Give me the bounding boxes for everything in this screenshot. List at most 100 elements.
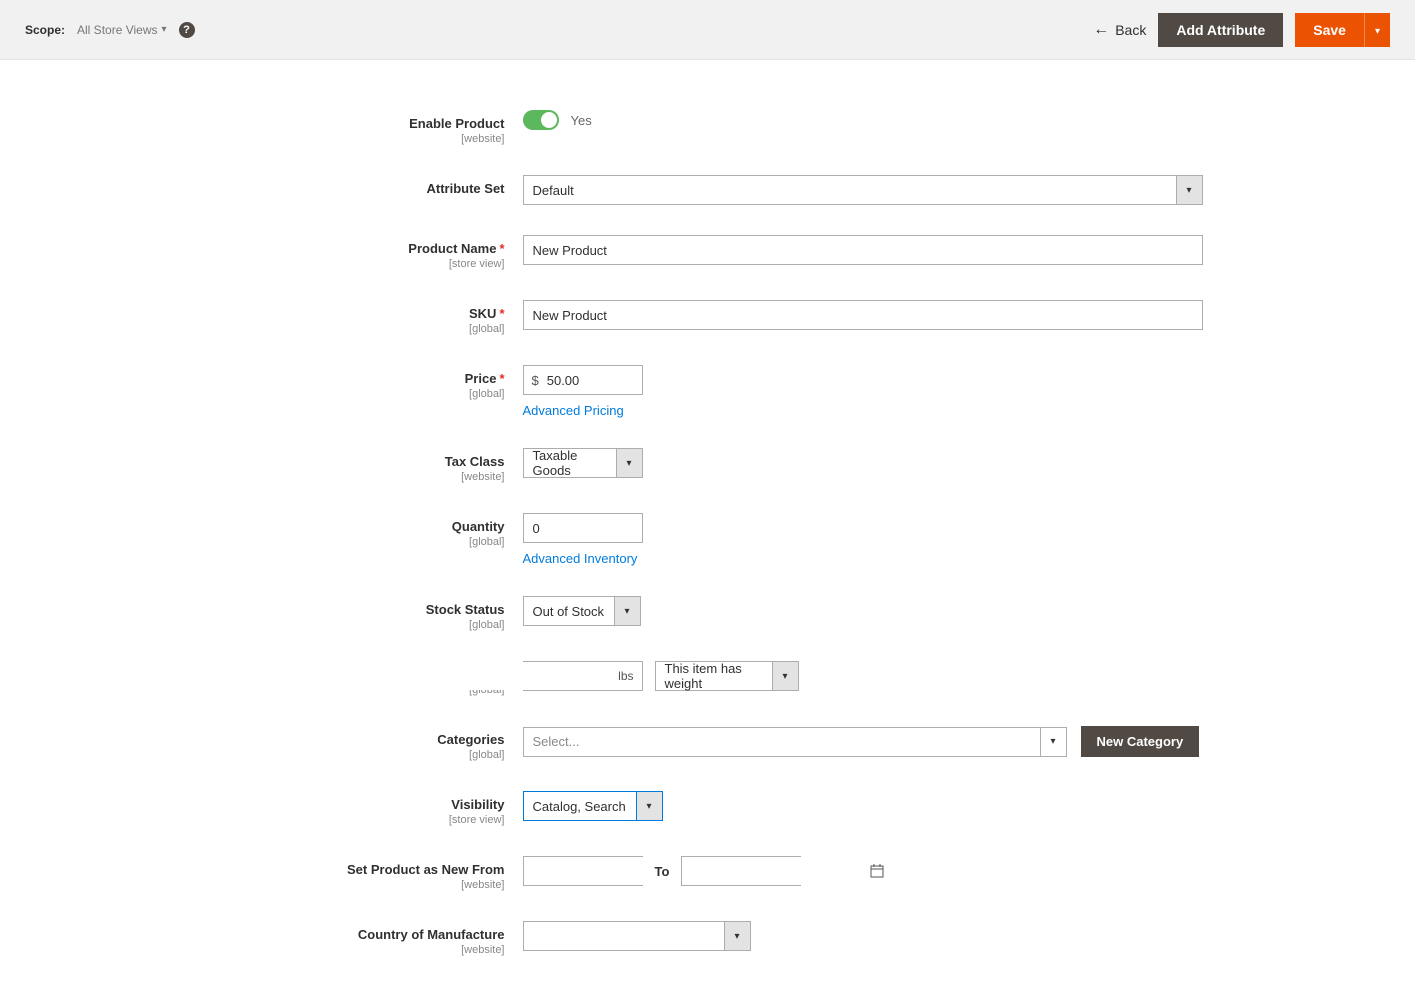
row-product-name: Product Name* [store view]	[203, 235, 1213, 270]
label-price: Price* [global]	[203, 365, 523, 400]
label-text: Quantity	[452, 519, 505, 534]
row-sku: SKU* [global]	[203, 300, 1213, 335]
scope-select[interactable]: All Store Views	[77, 23, 167, 37]
label-sub: [global]	[203, 619, 505, 631]
label-product-name: Product Name* [store view]	[203, 235, 523, 270]
label-text: Categories	[437, 732, 504, 747]
label-new-from: Set Product as New From [website]	[203, 856, 523, 891]
label-text: Country of Manufacture	[358, 927, 505, 942]
sku-input[interactable]	[523, 300, 1203, 330]
label-sub: [website]	[203, 879, 505, 891]
select-value: Catalog, Search	[524, 792, 636, 820]
row-categories: Categories [global] Select... New Catego…	[203, 726, 1213, 761]
label-sub: [global]	[203, 388, 505, 400]
select-value	[524, 922, 724, 950]
back-button[interactable]: Back	[1093, 21, 1146, 39]
add-attribute-button[interactable]: Add Attribute	[1158, 13, 1283, 47]
chevron-down-icon[interactable]	[616, 449, 642, 477]
label-text: Attribute Set	[427, 181, 505, 196]
new-to-date-input[interactable]	[682, 857, 870, 885]
label-categories: Categories [global]	[203, 726, 523, 761]
price-input[interactable]	[547, 366, 617, 394]
label-attribute-set: Attribute Set	[203, 175, 523, 196]
label-sub: [global]	[203, 749, 505, 761]
save-dropdown-toggle[interactable]	[1364, 13, 1390, 47]
visibility-select[interactable]: Catalog, Search	[523, 791, 663, 821]
save-button[interactable]: Save	[1295, 13, 1364, 47]
new-from-date-wrap	[523, 856, 643, 886]
new-category-button[interactable]: New Category	[1081, 726, 1200, 757]
label-stock-status: Stock Status [global]	[203, 596, 523, 631]
label-text: Product Name	[408, 241, 496, 256]
enable-product-state: Yes	[571, 113, 592, 128]
chevron-down-icon[interactable]	[1176, 176, 1202, 204]
chevron-down-icon[interactable]	[724, 922, 750, 950]
label-sub: [global]	[203, 536, 505, 548]
select-value: This item has weight	[656, 662, 772, 690]
help-icon[interactable]: ?	[179, 22, 195, 38]
label-text: Stock Status	[426, 602, 505, 617]
weight-input-wrap: lbs	[523, 661, 643, 691]
top-toolbar: Scope: All Store Views ? Back Add Attrib…	[0, 0, 1415, 60]
new-to-label: To	[655, 864, 670, 879]
product-name-input[interactable]	[523, 235, 1203, 265]
label-text: Enable Product	[409, 116, 504, 131]
label-sub: [website]	[203, 133, 505, 145]
attribute-set-select[interactable]: Default	[523, 175, 1203, 205]
label-tax-class: Tax Class [website]	[203, 448, 523, 483]
required-mark: *	[499, 306, 504, 321]
label-text: Set Product as New From	[347, 862, 504, 877]
label-sub: [website]	[203, 471, 505, 483]
label-text: SKU	[469, 306, 496, 321]
toolbar-left: Scope: All Store Views ?	[25, 22, 195, 38]
label-visibility: Visibility [store view]	[203, 791, 523, 826]
advanced-pricing-link[interactable]: Advanced Pricing	[523, 403, 624, 418]
select-value: Default	[524, 176, 1176, 204]
enable-product-toggle[interactable]	[523, 110, 559, 130]
weight-unit: lbs	[610, 669, 641, 683]
row-country: Country of Manufacture [website]	[203, 921, 1213, 956]
save-button-group: Save	[1295, 13, 1390, 47]
chevron-down-icon[interactable]	[636, 792, 662, 820]
chevron-down-icon[interactable]	[772, 662, 798, 690]
label-sub: [store view]	[203, 814, 505, 826]
calendar-icon[interactable]	[870, 864, 884, 878]
label-text: Visibility	[451, 797, 504, 812]
country-select[interactable]	[523, 921, 751, 951]
quantity-input[interactable]	[523, 513, 643, 543]
advanced-inventory-link[interactable]: Advanced Inventory	[523, 551, 638, 566]
row-visibility: Visibility [store view] Catalog, Search	[203, 791, 1213, 826]
stock-status-select[interactable]: Out of Stock	[523, 596, 641, 626]
label-country: Country of Manufacture [website]	[203, 921, 523, 956]
label-text: Price	[465, 371, 497, 386]
chevron-down-icon[interactable]	[1040, 728, 1066, 756]
weight-type-select[interactable]: This item has weight	[655, 661, 799, 691]
row-stock-status: Stock Status [global] Out of Stock	[203, 596, 1213, 631]
required-mark: *	[499, 241, 504, 256]
required-mark: *	[499, 371, 504, 386]
weight-input[interactable]	[422, 662, 610, 690]
tax-class-select[interactable]: Taxable Goods	[523, 448, 643, 478]
label-sub: [global]	[203, 323, 505, 335]
row-price: Price* [global] $ Advanced Pricing	[203, 365, 1213, 418]
select-placeholder: Select...	[524, 728, 1040, 756]
select-value: Out of Stock	[524, 597, 614, 625]
currency-symbol: $	[524, 373, 547, 388]
select-value: Taxable Goods	[524, 449, 616, 477]
categories-select[interactable]: Select...	[523, 727, 1067, 757]
row-quantity: Quantity [global] Advanced Inventory	[203, 513, 1213, 566]
chevron-down-icon[interactable]	[614, 597, 640, 625]
scope-label: Scope:	[25, 23, 65, 37]
label-sku: SKU* [global]	[203, 300, 523, 335]
row-tax-class: Tax Class [website] Taxable Goods	[203, 448, 1213, 483]
price-input-wrap: $	[523, 365, 643, 395]
product-form: Enable Product [website] Yes Attribute S…	[183, 110, 1233, 956]
label-sub: [website]	[203, 944, 505, 956]
row-attribute-set: Attribute Set Default	[203, 175, 1213, 205]
row-enable-product: Enable Product [website] Yes	[203, 110, 1213, 145]
label-quantity: Quantity [global]	[203, 513, 523, 548]
label-text: Tax Class	[445, 454, 505, 469]
toolbar-right: Back Add Attribute Save	[1093, 13, 1390, 47]
row-new-from: Set Product as New From [website] To	[203, 856, 1213, 891]
label-enable-product: Enable Product [website]	[203, 110, 523, 145]
